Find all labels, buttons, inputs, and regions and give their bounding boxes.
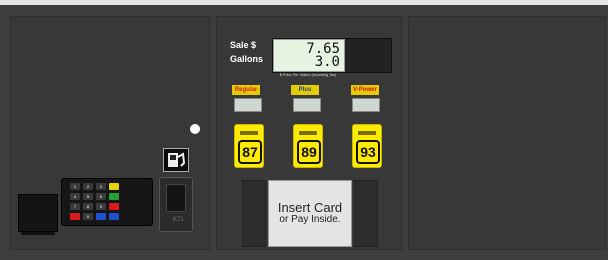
keypad-key[interactable]: 1 xyxy=(70,183,80,190)
grade-button-93[interactable]: 93 xyxy=(352,124,382,168)
keypad-key[interactable]: 2 xyxy=(83,183,93,190)
status-light xyxy=(190,124,200,134)
gallons-label: Gallons xyxy=(230,54,264,64)
gallons-value: 3.0 xyxy=(314,54,340,70)
nozzle-holster-right[interactable] xyxy=(354,180,378,247)
right-panel xyxy=(408,16,606,250)
keypad-key[interactable] xyxy=(70,213,80,220)
grade-button-slot xyxy=(299,131,317,135)
message-screen: Insert Card or Pay Inside. xyxy=(268,180,352,247)
grade-label-vpower: V-Power xyxy=(351,85,379,95)
keypad-key[interactable]: 4 xyxy=(70,193,80,200)
lcd-screen: 7.65 3.0 xyxy=(273,39,345,72)
customer-screen xyxy=(18,194,58,232)
keypad-key[interactable]: 0 xyxy=(83,213,93,220)
octane-93: 93 xyxy=(356,140,380,164)
grade-label-regular: Regular xyxy=(232,85,260,95)
keypad-key[interactable] xyxy=(109,183,119,190)
grade-button-slot xyxy=(358,131,376,135)
grade-label-plus: Plus xyxy=(291,85,319,95)
grade-button-87[interactable]: 87 xyxy=(234,124,264,168)
keypad-key[interactable] xyxy=(96,213,106,220)
screen-stand xyxy=(21,232,55,235)
keypad-key[interactable]: 5 xyxy=(83,193,93,200)
card-reader-mark: K71 xyxy=(173,217,184,223)
keypad-key[interactable]: 3 xyxy=(96,183,106,190)
nozzle-holster-left[interactable] xyxy=(242,180,266,247)
message-line-2: or Pay Inside. xyxy=(279,214,341,225)
message-line-1: Insert Card xyxy=(277,200,343,215)
price-window-regular xyxy=(234,98,262,112)
pump-logo-icon xyxy=(163,148,189,172)
price-note: $ Price Per Gallon (Including Tax) xyxy=(279,73,337,77)
keypad-key[interactable] xyxy=(109,193,119,200)
sale-label: Sale $ xyxy=(230,40,257,50)
card-reader[interactable]: K71 xyxy=(159,177,193,232)
grade-button-slot xyxy=(240,131,258,135)
card-slot[interactable] xyxy=(166,184,186,212)
keypad-key[interactable]: 8 xyxy=(83,203,93,210)
display-labels: Sale $ Gallons xyxy=(224,36,272,70)
price-window-vpower xyxy=(352,98,380,112)
octane-87: 87 xyxy=(238,140,262,164)
octane-89: 89 xyxy=(297,140,321,164)
pin-keypad: 123 456 7890 xyxy=(61,178,153,226)
keypad-key[interactable]: 9 xyxy=(96,203,106,210)
keypad-key[interactable] xyxy=(109,213,119,220)
keypad-key[interactable]: 6 xyxy=(96,193,106,200)
price-window-plus xyxy=(293,98,321,112)
grade-button-89[interactable]: 89 xyxy=(293,124,323,168)
lcd-display: 7.65 3.0 xyxy=(272,38,392,73)
keypad-key[interactable]: 7 xyxy=(70,203,80,210)
keypad-key[interactable] xyxy=(109,203,119,210)
